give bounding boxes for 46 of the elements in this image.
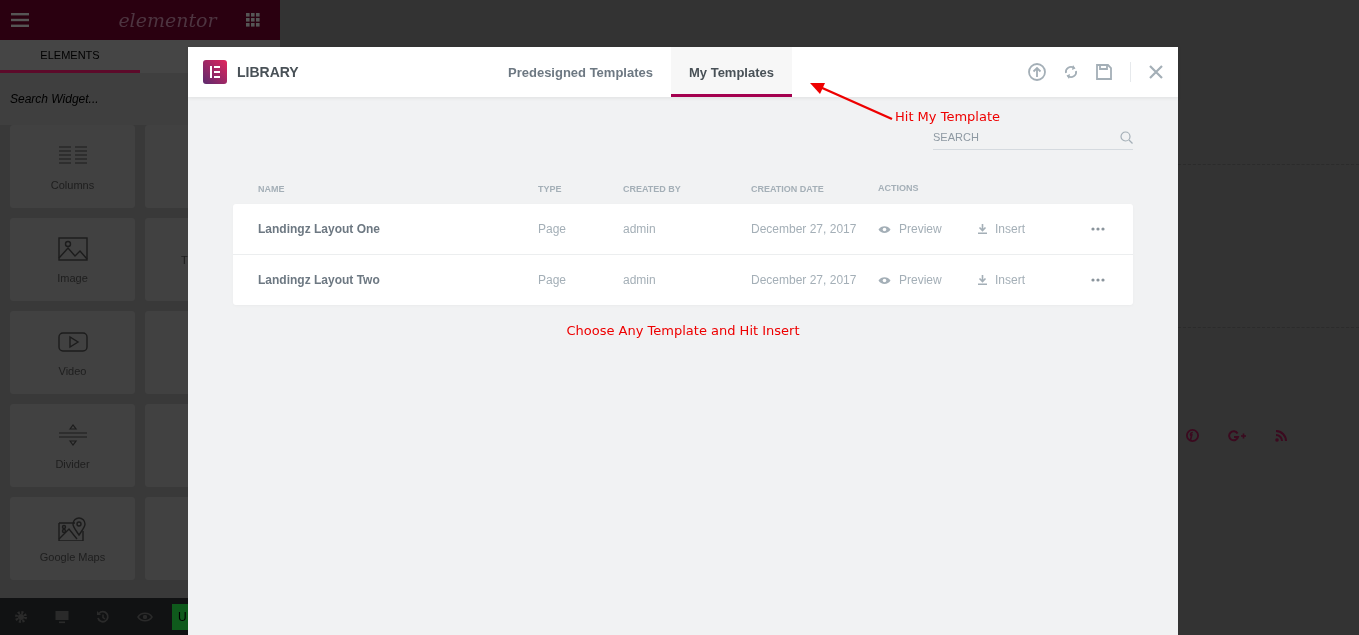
upload-icon[interactable] [1028,63,1046,81]
eye-icon[interactable] [878,224,891,234]
more-icon[interactable] [1091,278,1105,282]
map-icon [56,514,89,541]
preview-link[interactable]: Preview [899,273,942,287]
template-name: Landingz Layout One [258,222,381,236]
column-header: TYPE [538,184,563,194]
eye-icon[interactable] [878,275,891,285]
download-icon[interactable] [978,224,987,234]
eye-icon[interactable] [137,610,153,623]
more-icon[interactable] [1091,227,1105,231]
download-icon[interactable] [978,275,987,285]
table-cell-text: Page [538,273,568,287]
table-cell-text: admin [623,273,657,287]
save-icon[interactable] [1096,64,1112,80]
annotation-text: Choose Any Template and Hit Insert [565,322,801,338]
insert-link[interactable]: Insert [995,222,1025,236]
column-header: ACTIONS [878,182,920,193]
table-cell-text: December 27, 2017 [751,273,858,287]
search-icon[interactable] [1120,131,1133,144]
settings-icon[interactable] [14,609,28,624]
grid-icon[interactable] [246,13,260,27]
logo-icon [203,60,227,84]
template-name: Landingz Layout Two [258,273,381,287]
annotation-text: Hit My Template [895,109,1000,124]
table-cell-text: admin [623,222,657,236]
image-icon [56,235,89,262]
menu-icon[interactable] [11,13,29,27]
library-title: LIBRARY [237,64,299,80]
sync-icon[interactable] [1064,64,1078,80]
rss-icon[interactable] [1275,429,1287,442]
preview-link[interactable]: Preview [899,222,942,236]
library-tab[interactable]: My Templates [671,47,792,97]
column-header: NAME [258,184,286,194]
library-tab[interactable]: Predesigned Templates [490,47,671,97]
table-cell-text: Page [538,222,568,236]
insert-link[interactable]: Insert [995,273,1025,287]
close-icon[interactable] [1149,65,1163,79]
desktop-icon[interactable] [55,609,69,624]
column-header: CREATED BY [623,184,682,194]
column-header: CREATION DATE [751,184,825,194]
table-cell-text: December 27, 2017 [751,222,858,236]
google-plus-icon[interactable] [1228,429,1246,442]
history-icon[interactable] [96,609,110,624]
search-field[interactable]: Search Widget... [10,92,210,106]
search-field[interactable]: SEARCH [933,125,1133,150]
